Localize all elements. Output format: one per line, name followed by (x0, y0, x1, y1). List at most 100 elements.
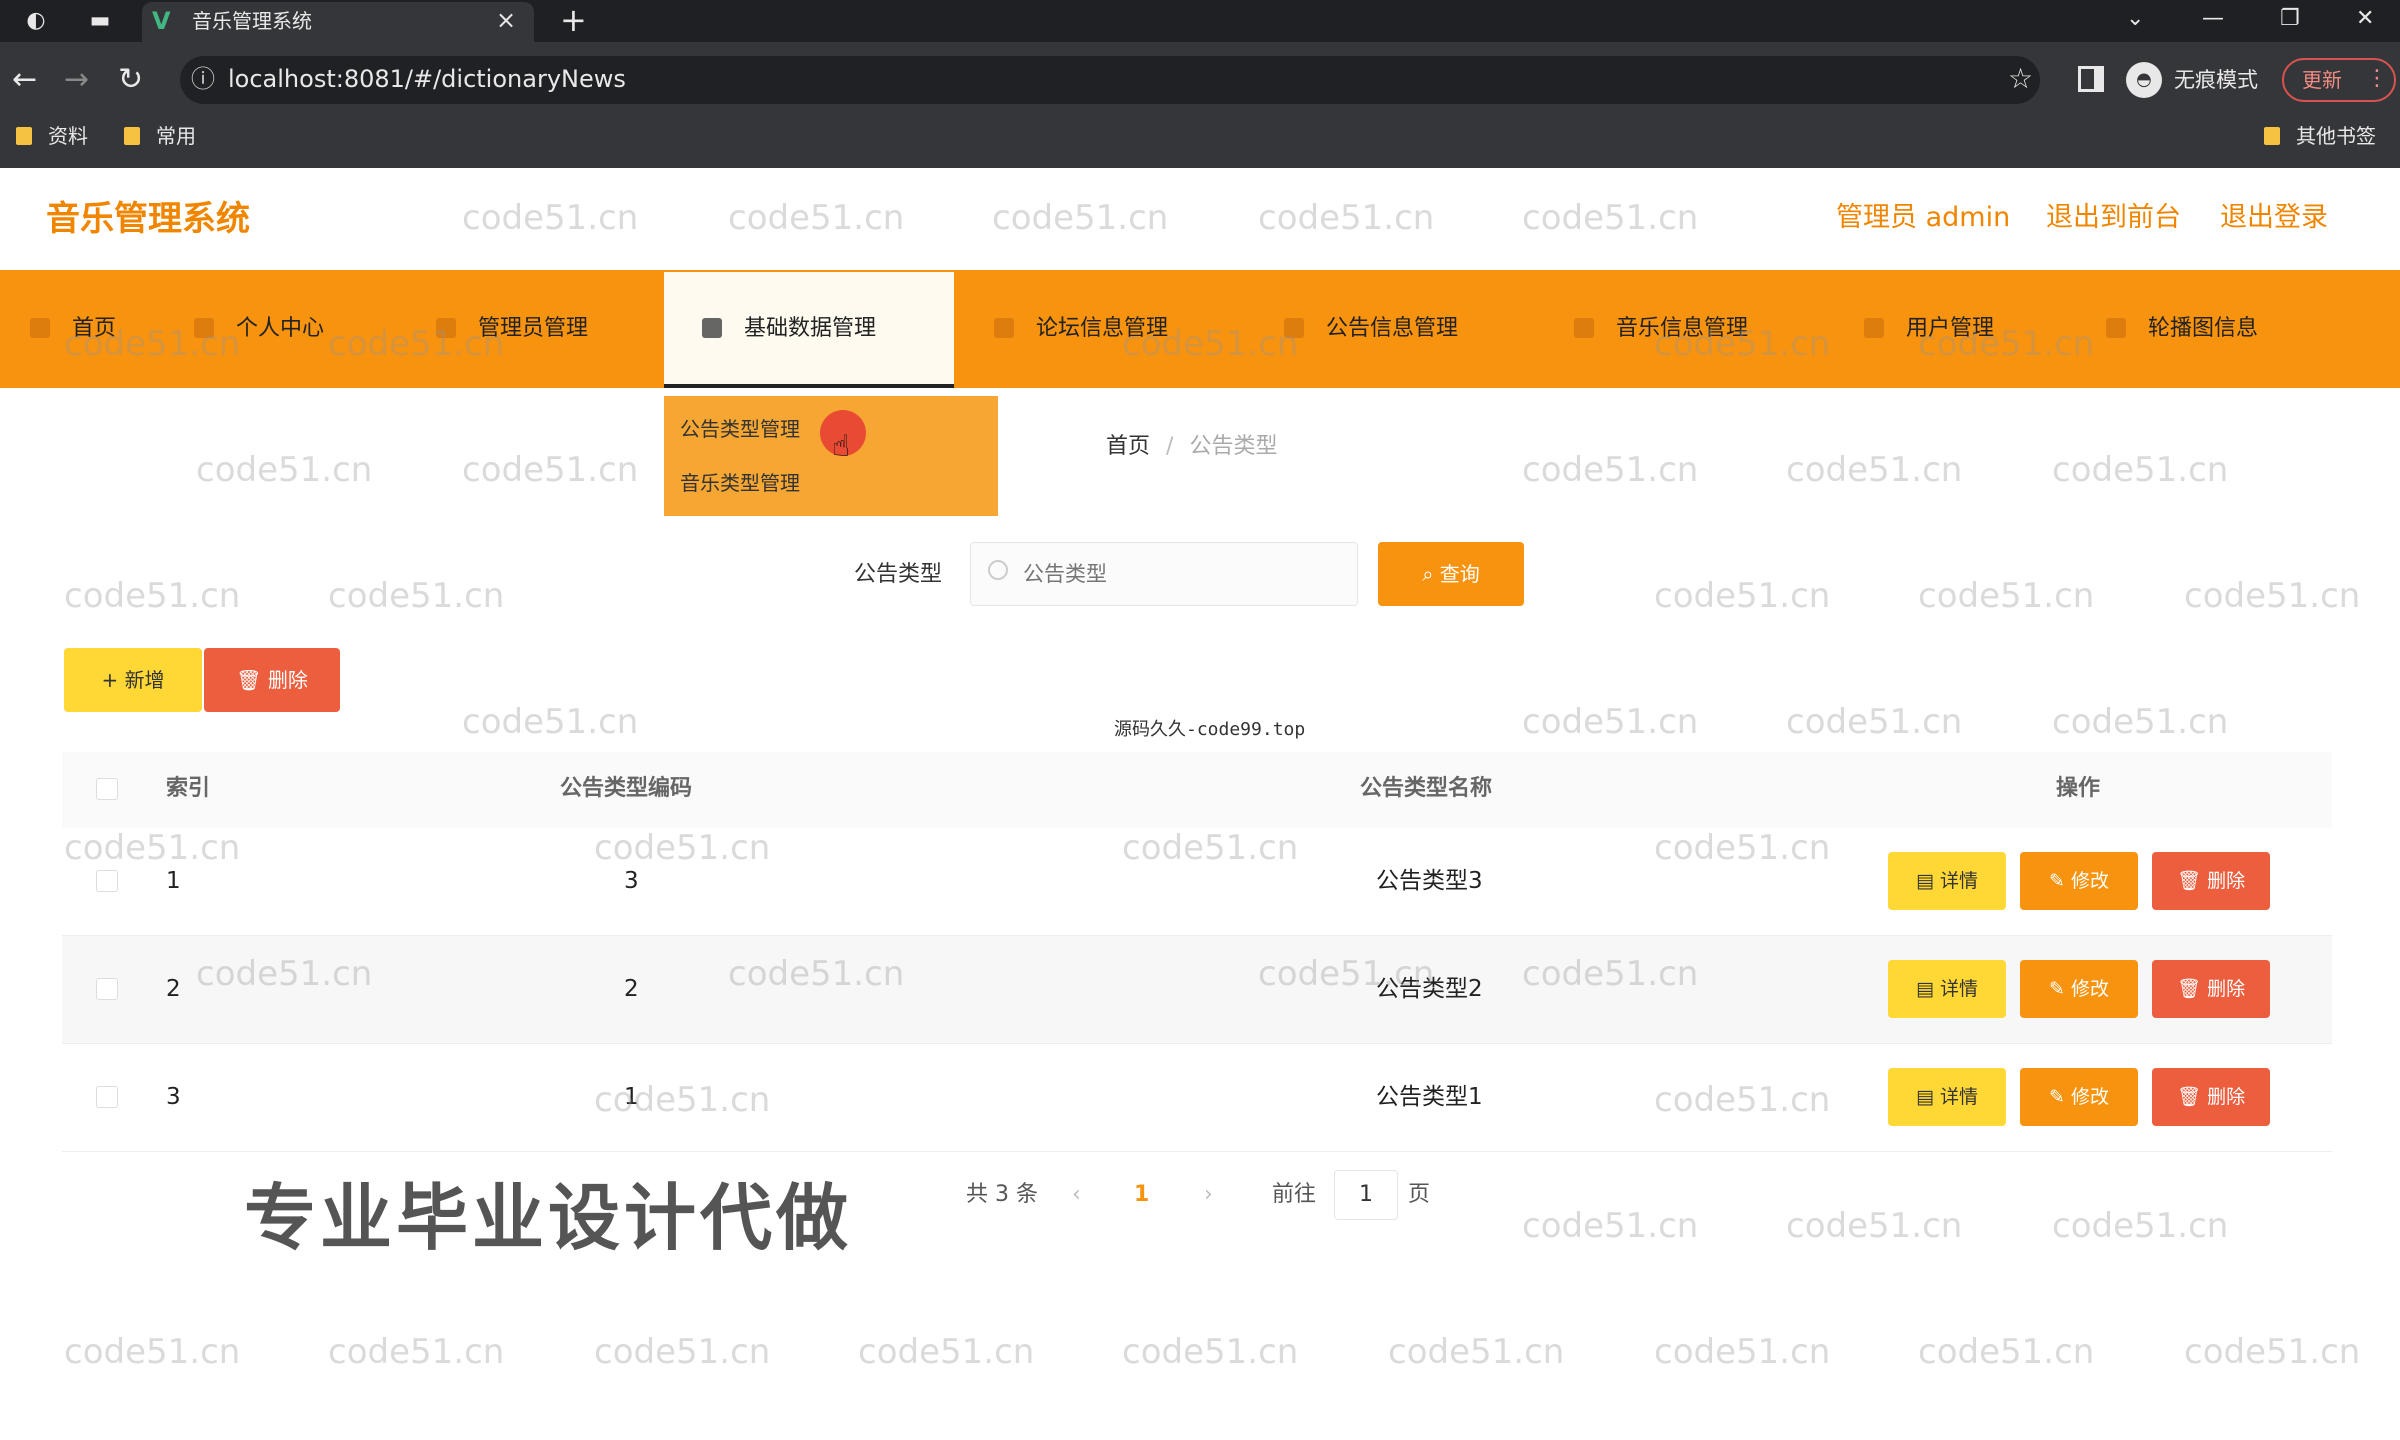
window-close-icon[interactable]: ✕ (2356, 4, 2374, 34)
cell-name: 公告类型1 (1376, 1084, 1483, 1110)
trash-icon: 🗑 (236, 668, 268, 692)
back-icon[interactable]: ← (12, 60, 37, 100)
add-button[interactable]: + 新增 (64, 648, 202, 712)
watermark: code51.cn (1654, 1332, 1831, 1372)
detail-button[interactable]: ▤ 详情 (1888, 1068, 2006, 1126)
watermark: code51.cn (462, 702, 639, 742)
breadcrumb-home[interactable]: 首页 (1106, 434, 1150, 459)
tab-overview-icon[interactable]: ▬ (86, 8, 114, 34)
watermark: code51.cn (462, 450, 639, 490)
cell-index: 2 (166, 976, 181, 1002)
edit-button[interactable]: ✎ 修改 (2020, 1068, 2138, 1126)
side-panel-icon[interactable] (2078, 66, 2104, 92)
detail-button[interactable]: ▤ 详情 (1888, 852, 2006, 910)
nav-item-users[interactable]: 用户管理 (1864, 312, 1994, 346)
nav-label: 轮播图信息 (2148, 316, 2259, 341)
query-button[interactable]: ⌕ 查询 (1378, 542, 1524, 606)
nav-item-admins[interactable]: 管理员管理 (436, 312, 588, 346)
other-bookmarks[interactable]: 其他书签 (2264, 122, 2376, 150)
home-icon (30, 318, 50, 338)
row-delete-button[interactable]: 🗑 删除 (2152, 1068, 2270, 1126)
logout-link[interactable]: 退出登录 (2220, 198, 2328, 238)
search-label: 公告类型 (854, 562, 943, 587)
user-icon (194, 318, 214, 338)
nav-item-music[interactable]: 音乐信息管理 (1574, 312, 1748, 346)
folder-icon (16, 127, 32, 145)
nav-label: 首页 (72, 316, 117, 341)
bookmark-folder-0[interactable]: 资料 (16, 122, 88, 150)
pagination-goto-label: 前往 (1272, 1182, 1317, 1207)
incognito-icon[interactable]: ◓ (2126, 62, 2162, 98)
bookmark-folder-1[interactable]: 常用 (124, 122, 196, 150)
minimize-icon[interactable]: — (2202, 4, 2224, 34)
menu-more-icon[interactable]: ⋮ (2366, 64, 2388, 94)
row-checkbox[interactable] (96, 1086, 118, 1108)
pagination-total: 共 3 条 (966, 1182, 1038, 1207)
row-checkbox[interactable] (96, 978, 118, 1000)
row-delete-label: 删除 (2207, 978, 2246, 1000)
dropdown-item-music-type[interactable]: 音乐类型管理 (680, 468, 800, 498)
watermark: code51.cn (1522, 1206, 1699, 1246)
nav-label: 论坛信息管理 (1036, 316, 1169, 341)
main-nav (0, 270, 2400, 388)
watermark: code51.cn (1522, 450, 1699, 490)
cell-index: 3 (166, 1084, 181, 1110)
tab-close-icon[interactable]: × (496, 6, 516, 34)
app-header (0, 168, 2400, 270)
nav-item-home[interactable]: 首页 (30, 312, 116, 346)
cell-code: 3 (624, 868, 639, 894)
notice-icon (1284, 318, 1304, 338)
bulk-delete-button[interactable]: 🗑 删除 (204, 648, 340, 712)
reload-icon[interactable]: ↻ (118, 60, 143, 100)
url-text[interactable]: localhost:8081/#/dictionaryNews (228, 62, 626, 96)
row-checkbox[interactable] (96, 870, 118, 892)
bookmark-label: 资料 (48, 124, 88, 148)
back-to-front-link[interactable]: 退出到前台 (2046, 198, 2181, 238)
cell-code: 2 (624, 976, 639, 1002)
document-icon (702, 318, 722, 338)
center-watermark-text: 源码久久-code99.top (1114, 719, 1306, 740)
detail-button[interactable]: ▤ 详情 (1888, 960, 2006, 1018)
new-tab-icon[interactable]: + (560, 4, 587, 36)
watermark: code51.cn (2184, 576, 2361, 616)
edit-button[interactable]: ✎ 修改 (2020, 960, 2138, 1018)
app-title: 音乐管理系统 (46, 199, 250, 239)
pointer-hand-icon: ☝ (832, 429, 851, 464)
watermark: code51.cn (2052, 1206, 2229, 1246)
nav-item-forum[interactable]: 论坛信息管理 (994, 312, 1168, 346)
dropdown-item-notice-type[interactable]: 公告类型管理 (680, 414, 800, 444)
bookmark-star-icon[interactable]: ☆ (2008, 62, 2033, 96)
pagination-prev[interactable]: ‹ (1072, 1178, 1081, 1212)
row-delete-button[interactable]: 🗑 删除 (2152, 960, 2270, 1018)
tab-search-icon[interactable]: ⌄ (2126, 4, 2144, 34)
add-label: 新增 (124, 668, 165, 692)
watermark: code51.cn (1786, 702, 1963, 742)
pagination-next[interactable]: › (1204, 1178, 1213, 1212)
nav-item-carousel[interactable]: 轮播图信息 (2106, 312, 2258, 346)
nav-item-profile[interactable]: 个人中心 (194, 312, 324, 346)
detail-label: 详情 (1939, 1086, 1978, 1108)
watermark: code51.cn (1786, 1206, 1963, 1246)
edit-button[interactable]: ✎ 修改 (2020, 852, 2138, 910)
nav-label: 用户管理 (1906, 316, 1995, 341)
select-all-checkbox[interactable] (96, 778, 118, 800)
pagination-page-1[interactable]: 1 (1134, 1178, 1149, 1212)
row-delete-button[interactable]: 🗑 删除 (2152, 852, 2270, 910)
edit-label: 修改 (2070, 1086, 2109, 1108)
query-label: 查询 (1439, 562, 1480, 586)
nav-item-notices[interactable]: 公告信息管理 (1284, 312, 1458, 346)
watermark: code51.cn (64, 576, 241, 616)
update-label[interactable]: 更新 (2302, 66, 2342, 94)
nav-item-basic-data[interactable]: 基础数据管理 (702, 312, 876, 346)
cell-index: 1 (166, 868, 181, 894)
pagination-goto-input[interactable]: 1 (1334, 1170, 1398, 1220)
watermark: code51.cn (1522, 702, 1699, 742)
browser-profile-icon[interactable]: ◐ (22, 8, 50, 34)
search-input[interactable] (970, 542, 1358, 606)
forward-icon[interactable]: → (64, 60, 89, 100)
row-delete-label: 删除 (2207, 1086, 2246, 1108)
site-info-icon[interactable]: ⓘ (188, 62, 218, 93)
restore-icon[interactable]: ❐ (2280, 4, 2300, 34)
watermark: code51.cn (1122, 1332, 1299, 1372)
breadcrumb: 首页 / 公告类型 (1106, 430, 1277, 464)
